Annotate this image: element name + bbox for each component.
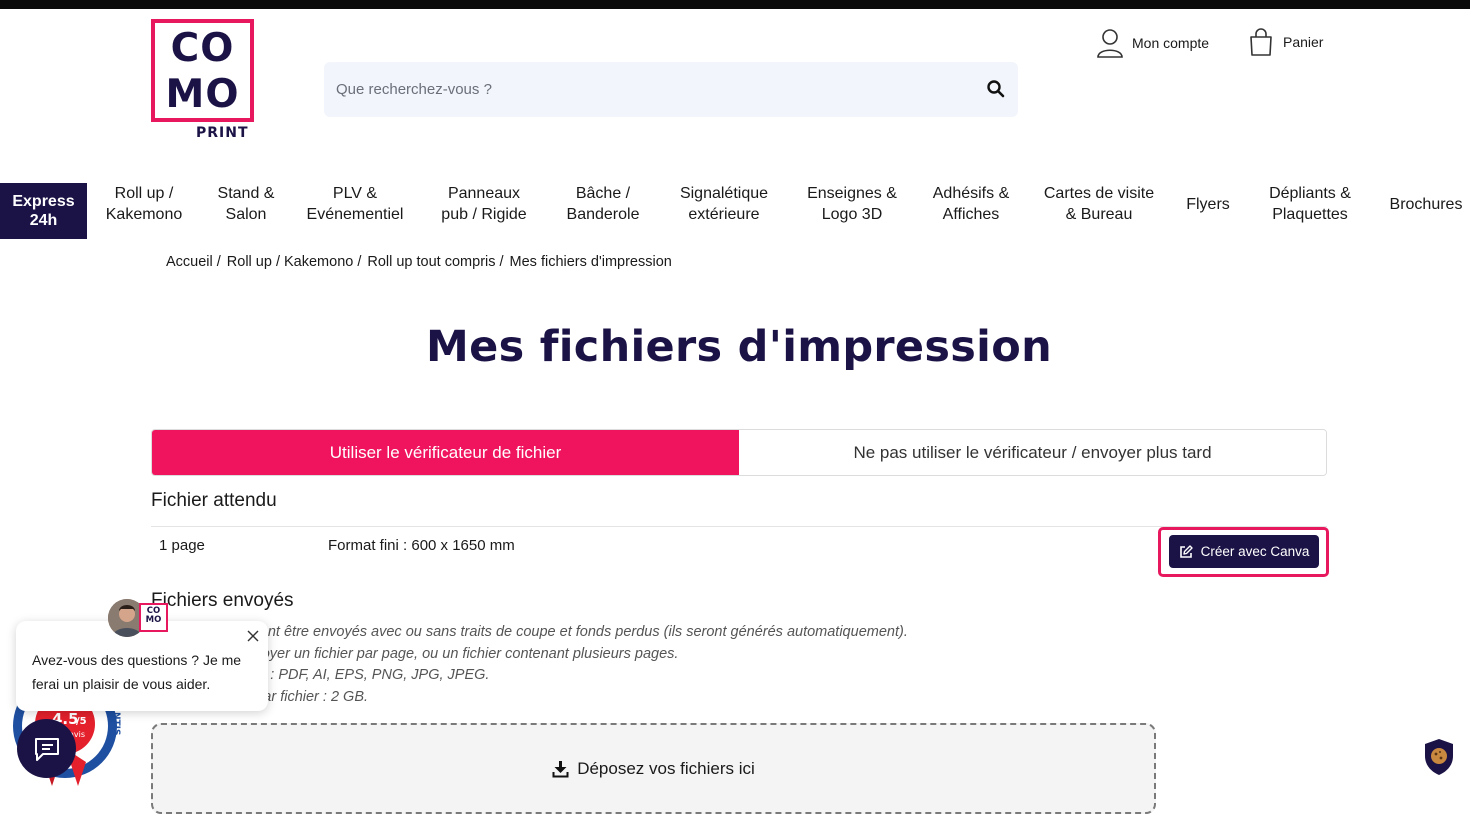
edit-icon (1179, 544, 1193, 558)
breadcrumb: Accueil / Roll up / Kakemono / Roll up t… (166, 254, 672, 270)
account-label: Mon compte (1132, 35, 1210, 51)
badge-right-text: NTIS (111, 712, 121, 736)
close-icon[interactable] (246, 629, 260, 643)
file-mode-tabs: Utiliser le vérificateur de fichier Ne p… (151, 429, 1327, 476)
nav-item-express-24h[interactable]: Express 24h (0, 183, 87, 239)
expected-file-heading: Fichier attendu (151, 490, 277, 511)
logo-line-2: MO (165, 72, 240, 117)
nav-item-flyers[interactable]: Flyers (1177, 183, 1239, 225)
tab-use-checker[interactable]: Utiliser le vérificateur de fichier (152, 430, 739, 475)
top-bar (0, 0, 1470, 9)
page-title: Mes fichiers d'impression (426, 322, 1052, 372)
cart-label: Panier (1283, 34, 1324, 50)
breadcrumb-separator: / (357, 254, 362, 270)
download-icon (552, 760, 569, 777)
chat-logo-line-2: MO (145, 615, 162, 625)
logo-subtitle: PRINT (196, 125, 249, 141)
shopping-bag-icon (1250, 28, 1272, 56)
nav-item-adhesifs[interactable]: Adhésifs & Affiches (925, 183, 1017, 225)
dropzone-label: Déposez vos fichiers ici (577, 758, 755, 778)
nav-item-cartes-de-visite[interactable]: Cartes de visite & Bureau (1036, 183, 1162, 225)
chat-logo: CO MO (139, 603, 168, 632)
finished-format: Format fini : 600 x 1650 mm (328, 537, 515, 554)
nav-item-stand-salon[interactable]: Stand & Salon (203, 183, 289, 225)
logo-line-1: CO (170, 26, 235, 71)
badge-left-text: SOCI (6, 704, 16, 728)
tab-skip-checker[interactable]: Ne pas utiliser le vérificateur / envoye… (739, 430, 1326, 475)
nav-item-depliants[interactable]: Dépliants & Plaquettes (1257, 183, 1363, 225)
chat-icon (34, 737, 59, 761)
badge-score-suffix: /5 (76, 716, 87, 727)
account-link[interactable]: Mon compte (1096, 28, 1209, 58)
chat-message: Avez-vous des questions ? Je me ferai un… (32, 652, 242, 692)
chat-open-button[interactable] (17, 719, 76, 778)
user-icon (1097, 29, 1123, 58)
nav-item-panneaux[interactable]: Panneaux pub / Rigide (431, 183, 537, 225)
breadcrumb-separator: / (499, 254, 504, 270)
search-input[interactable] (336, 62, 976, 117)
divider (151, 526, 1327, 527)
breadcrumb-roll-up[interactable]: Roll up / Kakemono (227, 254, 354, 270)
express-line-2: 24h (29, 212, 58, 229)
breadcrumb-separator: / (216, 254, 221, 270)
nav-item-enseignes[interactable]: Enseignes & Logo 3D (798, 183, 906, 225)
cookie-settings-icon[interactable] (1423, 738, 1455, 776)
nav-item-brochures[interactable]: Brochures (1383, 183, 1469, 225)
create-with-canva-button[interactable]: Créer avec Canva (1169, 535, 1319, 568)
cart-link[interactable]: Panier (1249, 28, 1323, 56)
nav-item-plv[interactable]: PLV & Evénementiel (298, 183, 412, 225)
search-bar (324, 62, 1018, 117)
como-print-logo[interactable]: CO MO (151, 19, 254, 122)
file-dropzone[interactable]: Déposez vos fichiers ici (151, 723, 1156, 814)
sent-files-heading: Fichiers envoyés (151, 590, 294, 611)
breadcrumb-home[interactable]: Accueil (166, 254, 213, 270)
express-line-1: Express (12, 193, 75, 210)
nav-item-bache[interactable]: Bâche / Banderole (558, 183, 648, 225)
page-count: 1 page (159, 537, 205, 554)
nav-item-roll-up[interactable]: Roll up / Kakemono (95, 183, 193, 225)
breadcrumb-current: Mes fichiers d'impression (509, 254, 672, 270)
chat-popup: Avez-vous des questions ? Je me ferai un… (16, 621, 268, 711)
canva-button-label: Créer avec Canva (1200, 544, 1310, 559)
nav-item-signaletique[interactable]: Signalétique extérieure (670, 183, 778, 225)
breadcrumb-product[interactable]: Roll up tout compris (367, 254, 495, 270)
search-icon[interactable] (986, 79, 1006, 99)
